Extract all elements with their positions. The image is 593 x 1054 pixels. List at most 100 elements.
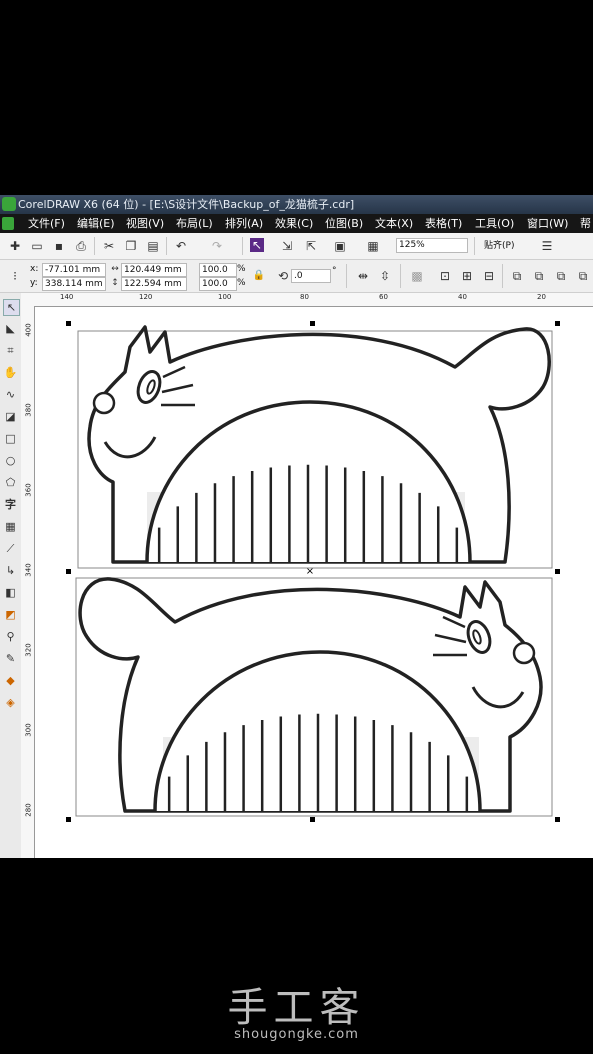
height-icon: ↕ — [111, 278, 119, 288]
smart-fill-tool-icon[interactable]: ◪ — [3, 409, 18, 424]
object-origin-icon[interactable]: ⁝ — [8, 269, 22, 283]
print-icon[interactable]: ⎙ — [74, 239, 88, 253]
comb-top[interactable] — [77, 325, 553, 569]
export-icon[interactable]: ⇱ — [304, 239, 318, 253]
menu-text[interactable]: 文本(X) — [375, 214, 413, 233]
menu-help[interactable]: 帮 — [580, 214, 591, 233]
x-position-field[interactable]: -77.101 mm — [42, 263, 106, 277]
title-bar: CorelDRAW X6 (64 位) - [E:\S设计文件\Backup_o… — [0, 195, 593, 214]
weld-icon[interactable]: ⧉ — [532, 269, 546, 283]
ruler-tick: 280 — [24, 803, 33, 817]
ungroup-all-icon[interactable]: ⊟ — [482, 269, 496, 283]
freehand-tool-icon[interactable]: ∿ — [3, 387, 18, 402]
ruler-tick: 80 — [300, 293, 309, 301]
intersect-icon[interactable]: ⧉ — [576, 269, 590, 283]
watermark-logo: 手工客 — [227, 985, 366, 1031]
interactive-fill-tool-icon[interactable]: ◈ — [3, 695, 18, 710]
ellipse-tool-icon[interactable]: ○ — [3, 453, 18, 468]
x-label: x: — [30, 264, 39, 274]
wrap-text-icon[interactable]: ▩ — [410, 269, 424, 283]
scale-x-percent: % — [237, 264, 246, 274]
scale-y-field[interactable]: 100.0 — [199, 277, 237, 291]
ruler-tick: 120 — [139, 293, 153, 301]
outline-pen-tool-icon[interactable]: ✎ — [3, 651, 18, 666]
zoom-level-select[interactable]: 125% — [396, 238, 468, 253]
lock-ratio-icon[interactable]: 🔒 — [252, 269, 266, 283]
menu-layout[interactable]: 布局(L) — [176, 214, 213, 233]
save-icon[interactable]: ▪ — [52, 239, 66, 253]
width-field[interactable]: 120.449 mm — [121, 263, 187, 277]
new-document-icon[interactable]: ✚ — [8, 239, 22, 253]
menu-table[interactable]: 表格(T) — [425, 214, 462, 233]
table-tool-icon[interactable]: ▦ — [3, 519, 18, 534]
text-tool-icon[interactable]: 字 — [3, 497, 18, 512]
ungroup-icon[interactable]: ⊞ — [460, 269, 474, 283]
horizontal-ruler[interactable]: 140 120 100 80 60 40 20 — [21, 293, 593, 307]
vertical-ruler[interactable]: 400 380 360 340 320 300 280 — [21, 306, 35, 858]
comb-artwork[interactable]: × — [35, 307, 593, 858]
interactive-tool-icon[interactable]: ◩ — [3, 607, 18, 622]
ruler-tick: 360 — [24, 483, 33, 497]
ruler-tick: 100 — [218, 293, 232, 301]
menu-arrange[interactable]: 排列(A) — [225, 214, 263, 233]
snap-to-dropdown[interactable]: 贴齐(P) — [484, 240, 514, 252]
copy-icon[interactable]: ❐ — [124, 239, 138, 253]
import-icon[interactable]: ⇲ — [280, 239, 294, 253]
menu-effects[interactable]: 效果(C) — [275, 214, 313, 233]
crop-tool-icon[interactable]: ⌗ — [3, 343, 18, 358]
toolbox: ↖ ◣ ⌗ ✋ ∿ ◪ □ ○ ⬠ 字 ▦ ⟋ ↳ ◧ ◩ ⚲ ✎ ◆ ◈ — [0, 293, 22, 858]
y-label: y: — [30, 278, 38, 288]
application-launcher-icon[interactable]: ▦ — [366, 239, 380, 253]
y-position-field[interactable]: 338.114 mm — [42, 277, 106, 291]
trim-icon[interactable]: ⧉ — [554, 269, 568, 283]
rotation-field[interactable]: .0 — [291, 269, 331, 283]
group-icon[interactable]: ⊡ — [438, 269, 452, 283]
coreldraw-logo-icon — [2, 197, 16, 211]
eyedropper-tool-icon[interactable]: ⚲ — [3, 629, 18, 644]
app-menu-icon[interactable] — [2, 217, 14, 230]
search-content-icon[interactable]: ↖ — [250, 238, 264, 252]
redo-icon[interactable]: ↷ — [210, 239, 224, 253]
menu-view[interactable]: 视图(V) — [126, 214, 164, 233]
zoom-tool-icon[interactable]: ✋ — [3, 365, 18, 380]
shape-tool-icon[interactable]: ◣ — [3, 321, 18, 336]
fill-tool-icon[interactable]: ◆ — [3, 673, 18, 688]
width-icon: ↔ — [111, 264, 119, 274]
ruler-tick: 300 — [24, 723, 33, 737]
open-icon[interactable]: ▭ — [30, 239, 44, 253]
menu-edit[interactable]: 编辑(E) — [77, 214, 115, 233]
window-title: CorelDRAW X6 (64 位) - [E:\S设计文件\Backup_o… — [18, 198, 355, 211]
polygon-tool-icon[interactable]: ⬠ — [3, 475, 18, 490]
menu-bitmaps[interactable]: 位图(B) — [325, 214, 363, 233]
dimension-tool-icon[interactable]: ⟋ — [3, 541, 18, 556]
comb-bottom[interactable] — [75, 577, 553, 817]
height-field[interactable]: 122.594 mm — [121, 277, 187, 291]
cut-icon[interactable]: ✂ — [102, 239, 116, 253]
ruler-tick: 380 — [24, 403, 33, 417]
menu-bar: 文件(F) 编辑(E) 视图(V) 布局(L) 排列(A) 效果(C) 位图(B… — [0, 214, 593, 233]
ruler-tick: 20 — [537, 293, 546, 301]
property-bar: ⁝ x: -77.101 mm y: 338.114 mm ↔ 120.449 … — [0, 260, 593, 293]
mirror-horizontal-icon[interactable]: ⇹ — [356, 269, 370, 283]
menu-tools[interactable]: 工具(O) — [475, 214, 514, 233]
rotate-icon: ⟲ — [277, 269, 289, 283]
paste-icon[interactable]: ▤ — [146, 239, 160, 253]
ruler-tick: 340 — [24, 563, 33, 577]
scale-x-field[interactable]: 100.0 — [199, 263, 237, 277]
undo-icon[interactable]: ↶ — [174, 239, 188, 253]
standard-toolbar: ✚ ▭ ▪ ⎙ ✂ ❐ ▤ ↶ ↷ ↖ ⇲ ⇱ ▣ ▦ 125% 贴齐(P) ☰ — [0, 233, 593, 260]
combine-icon[interactable]: ⧉ — [510, 269, 524, 283]
menu-window[interactable]: 窗口(W) — [527, 214, 568, 233]
menu-file[interactable]: 文件(F) — [28, 214, 65, 233]
mirror-vertical-icon[interactable]: ⇳ — [378, 269, 392, 283]
blend-tool-icon[interactable]: ◧ — [3, 585, 18, 600]
connector-tool-icon[interactable]: ↳ — [3, 563, 18, 578]
publish-pdf-icon[interactable]: ▣ — [333, 239, 347, 253]
rectangle-tool-icon[interactable]: □ — [3, 431, 18, 446]
ruler-tick: 400 — [24, 323, 33, 337]
pick-tool-icon[interactable]: ↖ — [3, 299, 20, 316]
options-icon[interactable]: ☰ — [540, 239, 554, 253]
ruler-tick: 140 — [60, 293, 74, 301]
drawing-canvas[interactable]: × — [35, 307, 593, 858]
watermark-url: shougongke.com — [234, 1027, 359, 1042]
